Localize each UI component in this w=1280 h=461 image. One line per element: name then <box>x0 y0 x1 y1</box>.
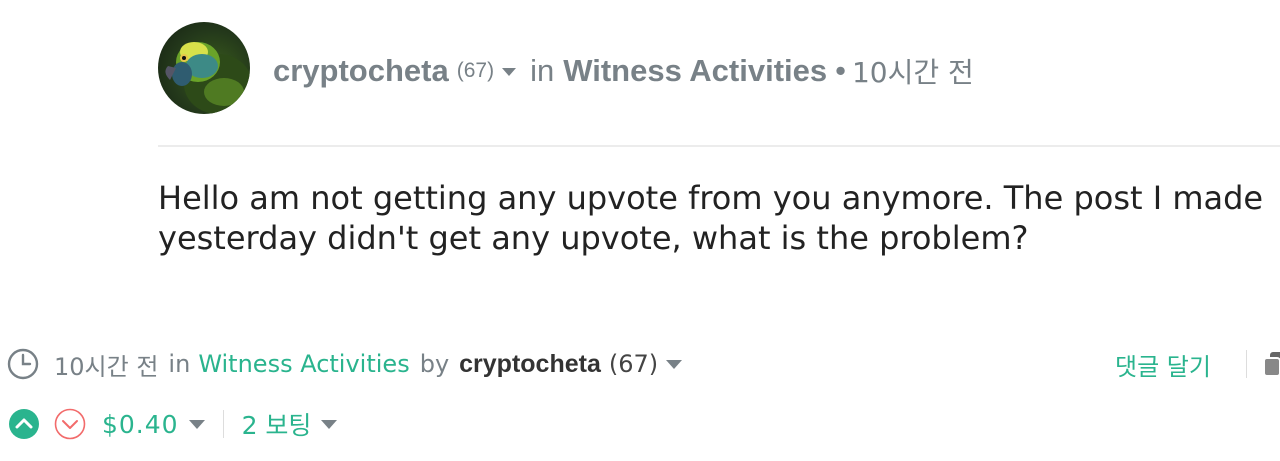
post-header: cryptocheta (67) in Witness Activities •… <box>273 48 974 94</box>
meta-author-reputation: (67) <box>608 350 659 378</box>
reply-button[interactable]: 댓글 달기 <box>1115 344 1211 384</box>
comment-body: Hello am not getting any upvote from you… <box>158 178 1280 258</box>
header-divider <box>158 145 1280 147</box>
author-reputation: (67) <box>456 59 495 82</box>
meta-in-label: in <box>168 350 191 378</box>
body-line-1: Hello am not getting any upvote from you… <box>158 179 1264 217</box>
upvote-icon[interactable] <box>8 408 40 440</box>
author-avatar[interactable] <box>158 22 250 114</box>
post-time: 10시간 전 <box>851 56 974 89</box>
separator-dot: • <box>835 53 846 88</box>
meta-by-label: by <box>419 350 450 378</box>
author-name-link[interactable]: cryptocheta <box>273 53 449 89</box>
in-label: in <box>530 53 555 88</box>
body-line-2: yesterday didn't get any upvote, what is… <box>158 219 1029 257</box>
author-dropdown-caret-icon[interactable] <box>502 68 517 76</box>
category-link[interactable]: Witness Activities <box>563 53 827 89</box>
meta-time: 10시간 전 <box>54 352 159 381</box>
meta-category-link[interactable]: Witness Activities <box>198 350 409 378</box>
clock-icon <box>7 348 39 380</box>
comment-page: cryptocheta (67) in Witness Activities •… <box>0 0 1280 461</box>
payout-dropdown-caret-icon[interactable] <box>188 419 205 429</box>
vote-row: $0.40 2 보팅 <box>8 404 338 444</box>
payout-value[interactable]: $0.40 <box>102 410 179 439</box>
action-divider <box>1246 350 1247 378</box>
copy-icon[interactable] <box>1262 350 1280 378</box>
votes-dropdown-caret-icon[interactable] <box>321 419 338 429</box>
post-meta-row: 10시간 전 in Witness Activities by cryptoch… <box>6 344 683 384</box>
parrot-avatar-image <box>165 42 250 114</box>
meta-author-dropdown-caret-icon[interactable] <box>666 359 683 369</box>
vote-divider <box>222 410 224 438</box>
meta-author-link[interactable]: cryptocheta <box>459 350 601 379</box>
votes-count-link[interactable]: 2 보팅 <box>242 406 312 442</box>
downvote-icon[interactable] <box>54 408 86 440</box>
